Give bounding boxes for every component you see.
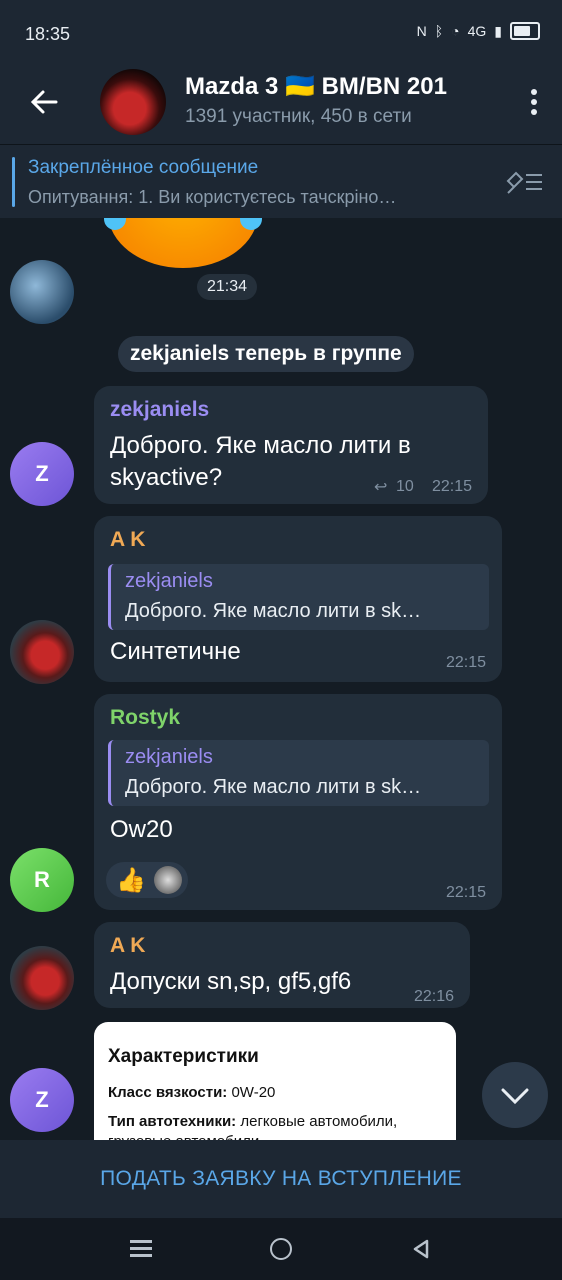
home-icon[interactable] bbox=[270, 1238, 292, 1260]
chat-avatar[interactable] bbox=[100, 69, 166, 135]
reply-preview[interactable]: zekjaniels Доброго. Яке масло лити в sk… bbox=[108, 564, 489, 630]
image-message[interactable]: Характеристики Класс вязкости: 0W-20 Тип… bbox=[94, 1022, 456, 1140]
reaction-chip[interactable]: 👍 bbox=[106, 862, 188, 898]
card-line-viscosity: Класс вязкости: 0W-20 bbox=[108, 1084, 275, 1101]
message-bubble[interactable]: zekjaniels Доброго. Яке масло лити в sky… bbox=[94, 386, 488, 504]
wifi-icon: ◔ bbox=[451, 23, 460, 39]
card-title: Характеристики bbox=[108, 1046, 259, 1067]
reply-text: Доброго. Яке масло лити в sk… bbox=[125, 776, 422, 798]
reply-preview[interactable]: zekjaniels Доброго. Яке масло лити в sk… bbox=[108, 740, 489, 806]
signal-icon: ▮ bbox=[494, 22, 502, 39]
card-line2-label: Тип автотехники: bbox=[108, 1113, 237, 1130]
message-time: 22:15 bbox=[445, 884, 486, 901]
avatar[interactable] bbox=[10, 620, 74, 684]
thumbs-up-icon: 👍 bbox=[116, 867, 146, 894]
recent-apps-icon[interactable] bbox=[130, 1240, 152, 1258]
sender-name[interactable]: zekjaniels bbox=[110, 398, 209, 422]
pinned-message-bar[interactable]: Закреплённое сообщение Опитування: 1. Ви… bbox=[0, 144, 562, 219]
chat-header: Mazda 3 🇺🇦 BM/BN 201 1391 участник, 450 … bbox=[0, 64, 562, 144]
sender-name[interactable]: A K bbox=[110, 528, 145, 552]
chat-title[interactable]: Mazda 3 🇺🇦 BM/BN 201 bbox=[185, 72, 485, 101]
sticker-laughing-emoji[interactable] bbox=[104, 218, 262, 268]
message-time: 22:16 bbox=[413, 988, 454, 1005]
message-bubble[interactable]: Rostyk zekjaniels Доброго. Яке масло лит… bbox=[94, 694, 502, 910]
avatar[interactable]: R bbox=[10, 848, 74, 912]
message-text-line1: Доброго. Яке масло лити в bbox=[110, 432, 411, 459]
avatar[interactable]: Z bbox=[10, 442, 74, 506]
pinned-indicator bbox=[12, 157, 15, 207]
nfc-icon: N bbox=[416, 23, 427, 39]
message-bubble[interactable]: A K Допуски sn,sp, gf5,gf6 22:16 bbox=[94, 922, 470, 1008]
nav-back-icon[interactable] bbox=[410, 1238, 432, 1260]
reply-sender: zekjaniels bbox=[125, 746, 213, 768]
card-line-vehicle-type: Тип автотехники: легковые автомобили, гр… bbox=[108, 1112, 428, 1140]
reply-count: 10 bbox=[396, 478, 414, 495]
pinned-list-icon[interactable] bbox=[504, 167, 544, 197]
network-label: 4G bbox=[467, 23, 487, 39]
message-list[interactable]: 21:34 zekjaniels теперь в группе zekjani… bbox=[0, 218, 562, 1140]
message-text: Ow20 bbox=[110, 816, 173, 843]
back-arrow-icon[interactable] bbox=[26, 84, 62, 120]
reply-text: Доброго. Яке масло лити в sk… bbox=[125, 600, 422, 622]
system-nav-bar bbox=[0, 1218, 562, 1280]
avatar[interactable] bbox=[10, 946, 74, 1010]
card-line1-label: Класс вязкости: bbox=[108, 1084, 228, 1101]
reply-sender: zekjaniels bbox=[125, 570, 213, 592]
message-time: 22:15 bbox=[445, 654, 486, 671]
status-icons: N ᛒ ◔ 4G ▮ bbox=[417, 22, 540, 40]
reply-count-icon: ↩ bbox=[374, 479, 388, 496]
scroll-down-button[interactable] bbox=[482, 1062, 548, 1128]
message-text-line2: skyactive? bbox=[110, 464, 223, 491]
sender-name[interactable]: Rostyk bbox=[110, 706, 180, 730]
status-bar: 18:35 N ᛒ ◔ 4G ▮ bbox=[0, 0, 562, 64]
pinned-text: Опитування: 1. Ви користуєтесь тачскріно… bbox=[28, 187, 397, 207]
message-text: Синтетичне bbox=[110, 638, 241, 665]
sender-name[interactable]: A K bbox=[110, 934, 145, 958]
bluetooth-icon: ᛒ bbox=[434, 23, 444, 39]
avatar[interactable]: Z bbox=[10, 1068, 74, 1132]
reactor-avatar bbox=[154, 866, 182, 894]
chevron-down-icon bbox=[501, 1088, 529, 1105]
service-message: zekjaniels теперь в группе bbox=[118, 336, 414, 372]
join-request-button[interactable]: ПОДАТЬ ЗАЯВКУ НА ВСТУПЛЕНИЕ bbox=[0, 1140, 562, 1218]
more-menu-icon[interactable] bbox=[528, 86, 540, 122]
message-bubble[interactable]: A K zekjaniels Доброго. Яке масло лити в… bbox=[94, 516, 502, 682]
message-text: Допуски sn,sp, gf5,gf6 bbox=[110, 968, 352, 995]
avatar[interactable] bbox=[10, 260, 74, 324]
message-time: 22:15 bbox=[431, 478, 472, 495]
chat-members-count: 1391 участник, 450 в сети bbox=[185, 106, 412, 127]
sticker-time: 21:34 bbox=[197, 274, 258, 300]
status-time: 18:35 bbox=[25, 24, 71, 44]
battery-icon bbox=[510, 22, 540, 40]
pinned-title: Закреплённое сообщение bbox=[28, 157, 259, 178]
card-line1-value: 0W-20 bbox=[231, 1084, 276, 1101]
